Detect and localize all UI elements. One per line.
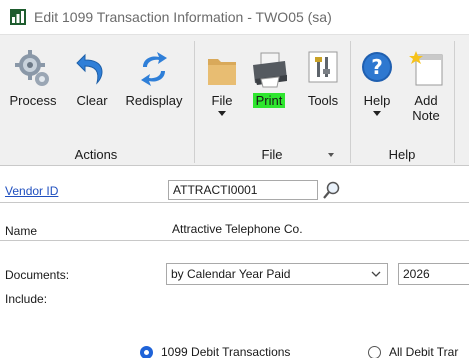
- process-button[interactable]: Process: [0, 49, 66, 108]
- row-divider: [0, 240, 469, 241]
- refresh-icon: [141, 52, 167, 86]
- folder-icon: [208, 59, 236, 85]
- ribbon-options-chevron-icon[interactable]: [328, 153, 334, 157]
- print-button[interactable]: Print: [244, 49, 294, 108]
- clear-label: Clear: [76, 93, 108, 108]
- year-selected-value: 2026: [403, 267, 430, 281]
- radio-all-debit-label: All Debit Trar: [389, 345, 459, 358]
- documents-select[interactable]: by Calendar Year Paid: [166, 263, 388, 285]
- add-note-icon: [409, 51, 443, 86]
- help-button[interactable]: ? Help: [354, 49, 400, 116]
- svg-text:?: ?: [371, 55, 383, 79]
- vendor-id-input[interactable]: ATTRACTI0001: [168, 180, 318, 200]
- file-menu-button[interactable]: File: [202, 49, 242, 116]
- radio-1099-debit-label: 1099 Debit Transactions: [161, 345, 291, 358]
- print-label: Print: [252, 93, 286, 108]
- lookup-magnifier-icon[interactable]: [322, 180, 342, 200]
- transaction-form: Vendor ID ATTRACTI0001 Name Attractive T…: [0, 167, 469, 358]
- help-group-label: Help: [388, 147, 416, 162]
- gears-icon: [15, 50, 49, 86]
- group-separator: [194, 41, 195, 163]
- process-label: Process: [9, 93, 57, 108]
- documents-selected-value: by Calendar Year Paid: [171, 267, 291, 281]
- chevron-down-icon: [218, 111, 226, 116]
- help-question-icon: ?: [362, 52, 392, 82]
- radio-all-debit-transactions[interactable]: All Debit Trar: [368, 345, 458, 358]
- ribbon-toolbar: Process Clear Redisplay Actions File Pri…: [0, 34, 469, 166]
- window-title: Edit 1099 Transaction Information - TWO0…: [34, 9, 332, 25]
- window-titlebar: Edit 1099 Transaction Information - TWO0…: [0, 0, 469, 34]
- include-label: Include:: [5, 292, 48, 306]
- undo-arrow-icon: [76, 53, 103, 85]
- row-divider: [0, 202, 469, 203]
- group-separator: [350, 41, 351, 163]
- vendor-name-value: Attractive Telephone Co.: [172, 222, 303, 236]
- documents-label: Documents:: [5, 268, 70, 282]
- gp-app-icon: [10, 9, 26, 25]
- chevron-down-icon: [373, 111, 381, 116]
- tools-label: Tools: [307, 93, 339, 108]
- file-group-label: File: [261, 147, 283, 162]
- vendor-id-link[interactable]: Vendor ID: [5, 184, 58, 198]
- clear-button[interactable]: Clear: [66, 49, 118, 108]
- file-label: File: [211, 93, 233, 108]
- tools-button[interactable]: Tools: [300, 49, 346, 108]
- add-note-button[interactable]: Add Note: [402, 49, 450, 123]
- year-select[interactable]: 2026: [398, 263, 469, 285]
- radio-unselected-indicator: [368, 345, 381, 358]
- tools-icon: [308, 51, 338, 83]
- group-separator: [454, 41, 455, 163]
- chevron-down-icon: [371, 271, 381, 277]
- add-note-label: Add Note: [412, 93, 440, 123]
- printer-icon: [253, 52, 287, 88]
- actions-group-label: Actions: [74, 147, 118, 162]
- help-label: Help: [363, 93, 391, 108]
- redisplay-button[interactable]: Redisplay: [118, 49, 190, 108]
- name-label: Name: [5, 224, 38, 238]
- redisplay-label: Redisplay: [125, 93, 183, 108]
- radio-1099-debit-transactions[interactable]: 1099 Debit Transactions: [140, 345, 290, 358]
- radio-selected-indicator: [140, 345, 153, 358]
